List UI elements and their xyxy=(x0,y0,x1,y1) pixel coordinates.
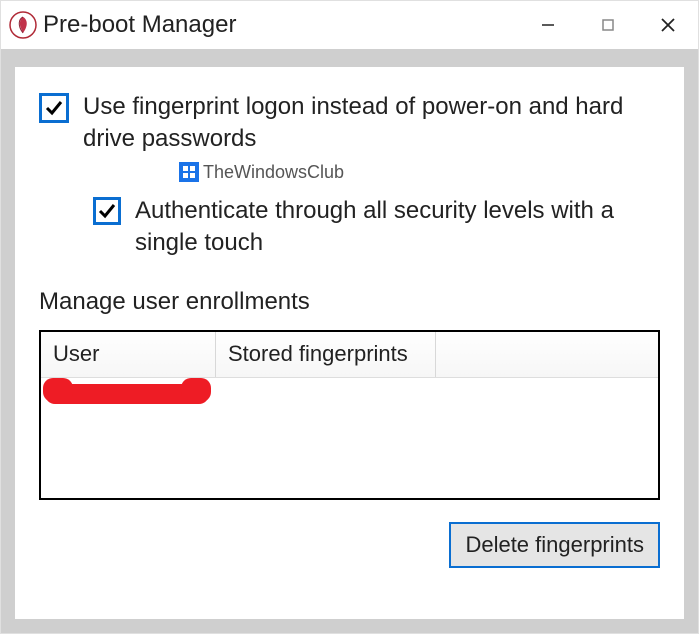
label-single-touch: Authenticate through all security levels… xyxy=(135,195,660,260)
column-stored[interactable]: Stored fingerprints xyxy=(216,332,436,377)
option-fingerprint-logon: Use fingerprint logon instead of power-o… xyxy=(39,91,660,156)
maximize-button[interactable] xyxy=(578,1,638,49)
label-fingerprint-logon: Use fingerprint logon instead of power-o… xyxy=(83,91,660,156)
watermark-text: TheWindowsClub xyxy=(203,162,344,183)
window: Pre-boot Manager Use fingerprint logon i… xyxy=(0,0,699,634)
watermark: TheWindowsClub xyxy=(179,162,660,183)
content-panel: Use fingerprint logon instead of power-o… xyxy=(15,67,684,619)
content-frame: Use fingerprint logon instead of power-o… xyxy=(1,49,698,633)
watermark-icon xyxy=(179,162,199,182)
column-user[interactable]: User xyxy=(41,332,216,377)
titlebar: Pre-boot Manager xyxy=(1,1,698,49)
option-single-touch: Authenticate through all security levels… xyxy=(93,195,660,260)
table-header: User Stored fingerprints xyxy=(41,332,658,378)
window-title: Pre-boot Manager xyxy=(43,11,236,39)
close-button[interactable] xyxy=(638,1,698,49)
minimize-button[interactable] xyxy=(518,1,578,49)
button-row: Delete fingerprints xyxy=(39,522,660,568)
checkbox-fingerprint-logon[interactable] xyxy=(39,93,69,123)
column-spacer xyxy=(436,332,658,377)
app-icon xyxy=(9,11,37,39)
enrollments-table: User Stored fingerprints xyxy=(39,330,660,500)
section-enrollments-label: Manage user enrollments xyxy=(39,288,660,316)
redacted-user-row[interactable] xyxy=(45,384,209,404)
checkbox-single-touch[interactable] xyxy=(93,197,121,225)
table-body[interactable] xyxy=(41,378,658,498)
delete-fingerprints-button[interactable]: Delete fingerprints xyxy=(449,522,660,568)
window-controls xyxy=(518,1,698,49)
